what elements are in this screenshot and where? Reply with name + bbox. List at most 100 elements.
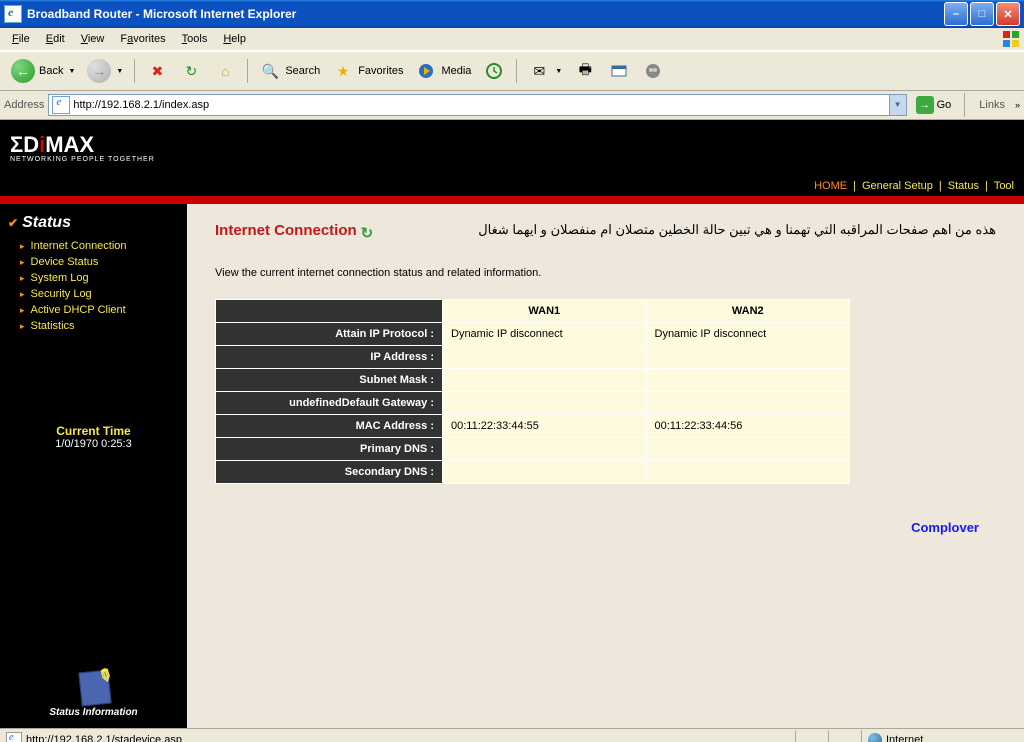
media-label: Media	[441, 65, 471, 77]
cell-wan1-ip	[443, 346, 647, 369]
sidebar-heading: Status	[8, 214, 179, 232]
status-page-icon	[6, 732, 22, 742]
close-button[interactable]: ✕	[996, 2, 1020, 26]
minimize-button[interactable]: –	[944, 2, 968, 26]
history-button[interactable]	[478, 57, 510, 85]
cell-wan1-pdns	[443, 438, 647, 461]
search-label: Search	[285, 65, 320, 77]
links-chevron-icon[interactable]: »	[1015, 100, 1020, 110]
back-button[interactable]: ← Back ▼	[6, 56, 80, 86]
refresh-icon: ↻	[180, 60, 202, 82]
address-input[interactable]	[73, 96, 888, 114]
sidebar-item-system-log[interactable]: System Log	[20, 270, 179, 286]
menu-tools[interactable]: Tools	[176, 31, 214, 47]
status-cell-empty2	[829, 730, 862, 742]
mail-dropdown-icon[interactable]: ▼	[555, 68, 562, 75]
refresh-button[interactable]: ↻	[175, 57, 207, 85]
window-title: Broadband Router - Microsoft Internet Ex…	[27, 7, 944, 21]
back-dropdown-icon[interactable]: ▼	[68, 68, 75, 75]
address-dropdown-icon[interactable]: ▼	[889, 95, 906, 115]
print-button[interactable]: 🖶	[569, 57, 601, 85]
current-time-block: Current Time 1/0/1970 0:25:3	[8, 424, 179, 450]
nav-tool[interactable]: Tool	[994, 180, 1014, 192]
menu-edit[interactable]: Edit	[40, 31, 71, 47]
page-title: Internet Connection↻	[215, 222, 375, 239]
links-label[interactable]: Links	[973, 99, 1011, 111]
sidebar-item-active-dhcp-client[interactable]: Active DHCP Client	[20, 302, 179, 318]
nav-home[interactable]: HOME	[814, 180, 847, 192]
toolbar-separator	[964, 93, 965, 117]
favorites-button[interactable]: ★Favorites	[327, 57, 408, 85]
sidebar-item-device-status[interactable]: Device Status	[20, 254, 179, 270]
forward-button[interactable]: → ▼	[82, 56, 128, 86]
forward-dropdown-icon[interactable]: ▼	[116, 68, 123, 75]
discuss-button[interactable]	[637, 57, 669, 85]
home-icon: ⌂	[214, 60, 236, 82]
address-input-container: ▼	[48, 94, 906, 116]
cell-wan1-gateway	[443, 392, 647, 415]
url-page-icon	[52, 96, 70, 114]
toolbar-separator	[247, 59, 248, 83]
cell-wan2-sdns	[646, 461, 850, 484]
go-label: Go	[937, 99, 952, 111]
stop-icon: ✖	[146, 60, 168, 82]
menu-favorites[interactable]: Favorites	[114, 31, 171, 47]
cell-wan1-sdns	[443, 461, 647, 484]
row-label-pdns: Primary DNS :	[216, 438, 443, 461]
sidebar-item-statistics[interactable]: Statistics	[20, 318, 179, 334]
toolbar-separator	[516, 59, 517, 83]
menu-file[interactable]: File	[6, 31, 36, 47]
go-button[interactable]: → Go	[911, 93, 957, 117]
status-cell-empty1	[796, 730, 829, 742]
status-url: http://192.168.2.1/stadevice.asp	[26, 734, 182, 742]
status-bar: http://192.168.2.1/stadevice.asp Interne…	[0, 728, 1024, 742]
cell-wan2-subnet	[646, 369, 850, 392]
windows-flag-icon	[1002, 30, 1020, 48]
cell-wan2-pdns	[646, 438, 850, 461]
connection-table: WAN1 WAN2 Attain IP Protocol :Dynamic IP…	[215, 299, 850, 484]
address-label: Address	[4, 99, 44, 111]
maximize-button[interactable]: □	[970, 2, 994, 26]
table-header-wan1: WAN1	[443, 300, 647, 323]
cell-wan2-attain: Dynamic IP disconnect	[646, 323, 850, 346]
red-divider	[0, 196, 1024, 204]
window-controls: – □ ✕	[944, 2, 1020, 26]
go-arrow-icon: →	[916, 96, 934, 114]
menu-view[interactable]: View	[75, 31, 111, 47]
media-icon	[415, 60, 437, 82]
status-url-cell: http://192.168.2.1/stadevice.asp	[0, 730, 796, 742]
top-nav: HOME| General Setup| Status| Tool	[0, 176, 1024, 196]
favorites-label: Favorites	[358, 65, 403, 77]
table-header-wan2: WAN2	[646, 300, 850, 323]
media-button[interactable]: Media	[410, 57, 476, 85]
watermark: Complover	[911, 520, 979, 535]
search-button[interactable]: 🔍 Search	[254, 57, 325, 85]
menu-bar: File Edit View Favorites Tools Help	[0, 28, 1024, 51]
edit-button[interactable]	[603, 57, 635, 85]
menu-help[interactable]: Help	[217, 31, 252, 47]
history-icon	[483, 60, 505, 82]
mail-button[interactable]: ✉▼	[523, 57, 567, 85]
nav-status[interactable]: Status	[948, 180, 979, 192]
page-refresh-icon[interactable]: ↻	[361, 224, 375, 238]
cell-wan1-subnet	[443, 369, 647, 392]
print-icon: 🖶	[574, 60, 596, 82]
row-label-gateway: undefinedDefault Gateway :	[216, 392, 443, 415]
sidebar-item-internet-connection[interactable]: Internet Connection	[20, 238, 179, 254]
sidebar-menu: Internet Connection Device Status System…	[8, 238, 179, 334]
current-time-value: 1/0/1970 0:25:3	[8, 438, 179, 450]
current-time-label: Current Time	[8, 424, 179, 438]
row-label-ip: IP Address :	[216, 346, 443, 369]
stop-button[interactable]: ✖	[141, 57, 173, 85]
window-titlebar: Broadband Router - Microsoft Internet Ex…	[0, 0, 1024, 28]
discuss-icon	[642, 60, 664, 82]
mail-icon: ✉	[528, 60, 550, 82]
arabic-note: هذه من اهم صفحات المراقبه التي تهمنا و ه…	[478, 222, 996, 238]
nav-general-setup[interactable]: General Setup	[862, 180, 933, 192]
sidebar-item-security-log[interactable]: Security Log	[20, 286, 179, 302]
cell-wan1-mac: 00:11:22:33:44:55	[443, 415, 647, 438]
home-button[interactable]: ⌂	[209, 57, 241, 85]
search-icon: 🔍	[259, 60, 281, 82]
status-information-label: Status Information	[49, 707, 137, 718]
page-content: Internet Connection↻ هذه من اهم صفحات ال…	[187, 204, 1024, 728]
